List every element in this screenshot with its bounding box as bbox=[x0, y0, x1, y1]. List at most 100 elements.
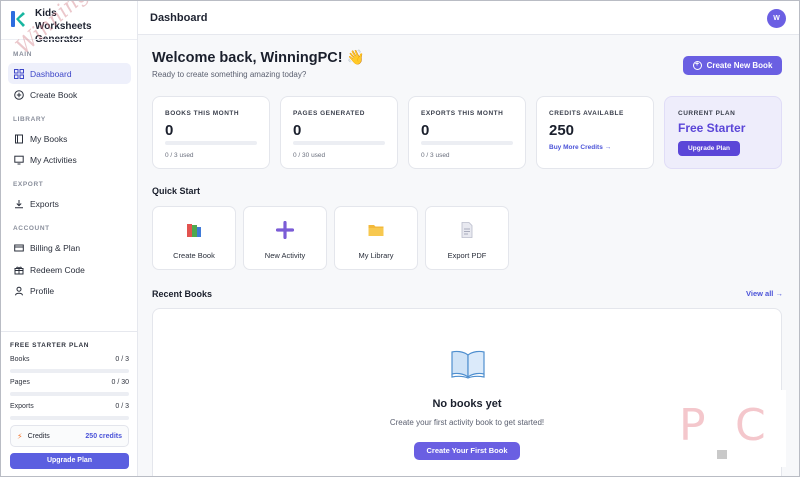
section-label-account: ACCOUNT bbox=[13, 225, 50, 232]
quick-start-label: Export PDF bbox=[447, 251, 487, 260]
welcome-subtitle: Ready to create something amazing today? bbox=[152, 70, 307, 79]
upgrade-plan-button[interactable]: Upgrade Plan bbox=[678, 141, 740, 156]
quick-start-create-book[interactable]: Create Book bbox=[152, 206, 236, 270]
top-header: Dashboard W bbox=[138, 1, 799, 35]
stat-label: CREDITS AVAILABLE bbox=[549, 110, 624, 117]
usage-label: Exports bbox=[10, 403, 34, 410]
stat-used: 0 / 30 used bbox=[293, 152, 326, 159]
open-book-icon bbox=[451, 350, 485, 379]
avatar[interactable]: W bbox=[767, 9, 786, 28]
quick-start-new-activity[interactable]: New Activity bbox=[243, 206, 327, 270]
folder-icon bbox=[368, 225, 384, 236]
view-all-link[interactable]: View all → bbox=[746, 289, 783, 298]
section-label-library: LIBRARY bbox=[13, 116, 46, 123]
stat-value: 250 bbox=[549, 122, 575, 139]
book-icon bbox=[15, 134, 23, 143]
stat-value: 0 bbox=[165, 122, 174, 139]
usage-value: 0 / 30 bbox=[111, 379, 129, 386]
quick-start-label: New Activity bbox=[264, 251, 306, 260]
app-title: Kids Worksheets Generator bbox=[35, 8, 92, 45]
stat-card-credits: CREDITS AVAILABLE 250 Buy More Credits → bbox=[536, 96, 654, 169]
welcome-heading: Welcome back, WinningPC! 👋 bbox=[152, 50, 365, 66]
corner-watermark: P C bbox=[669, 390, 786, 467]
current-plan-card: CURRENT PLAN Free Starter Upgrade Plan bbox=[664, 96, 782, 169]
sidebar-divider bbox=[1, 39, 137, 40]
usage-bar-books bbox=[10, 369, 129, 373]
credits-label: Credits bbox=[27, 432, 50, 440]
sidebar-item-redeem-code[interactable]: Redeem Code bbox=[8, 259, 131, 280]
quick-start-export-pdf[interactable]: Export PDF bbox=[425, 206, 509, 270]
stat-progress-bar bbox=[421, 141, 513, 145]
create-new-book-button[interactable]: + Create New Book bbox=[683, 56, 782, 75]
sidebar-item-create-book[interactable]: Create Book bbox=[8, 84, 131, 105]
sidebar-item-label: Billing & Plan bbox=[30, 242, 81, 253]
sidebar-item-label: My Books bbox=[30, 133, 68, 144]
credits-value: 250 credits bbox=[85, 432, 122, 440]
usage-value: 0 / 3 bbox=[115, 356, 129, 363]
brand[interactable]: Kids Worksheets Generator bbox=[9, 7, 115, 45]
watermark-letter-c: C bbox=[735, 400, 766, 451]
document-icon bbox=[461, 222, 473, 238]
sidebar-upgrade-button[interactable]: Upgrade Plan bbox=[10, 453, 129, 469]
page-title: Dashboard bbox=[150, 12, 208, 24]
plus-icon bbox=[276, 221, 294, 239]
sidebar-item-my-activities[interactable]: My Activities bbox=[8, 149, 131, 170]
stat-label: PAGES GENERATED bbox=[293, 110, 365, 117]
stat-card-pages: PAGES GENERATED 0 0 / 30 used bbox=[280, 96, 398, 169]
bolt-icon: ⚡ bbox=[17, 431, 23, 441]
watermark-letter-p: P bbox=[679, 400, 706, 451]
create-new-book-label: Create New Book bbox=[706, 61, 773, 70]
stat-value: 0 bbox=[293, 122, 302, 139]
sidebar-item-label: Exports bbox=[30, 198, 59, 209]
usage-label: Pages bbox=[10, 379, 30, 386]
buy-more-credits-link[interactable]: Buy More Credits → bbox=[549, 144, 611, 151]
recent-books-title: Recent Books bbox=[152, 289, 213, 299]
create-first-book-button[interactable]: Create Your First Book bbox=[414, 442, 520, 460]
current-plan-name: Free Starter bbox=[678, 121, 746, 135]
sidebar-item-profile[interactable]: Profile bbox=[8, 280, 131, 301]
app-window: Kids Worksheets Generator MAIN Dashboard… bbox=[0, 0, 800, 477]
stat-card-books: BOOKS THIS MONTH 0 0 / 3 used bbox=[152, 96, 270, 169]
quick-start-my-library[interactable]: My Library bbox=[334, 206, 418, 270]
sidebar-item-label: Profile bbox=[30, 285, 55, 296]
stat-label: EXPORTS THIS MONTH bbox=[421, 110, 504, 117]
plus-circle-icon: + bbox=[692, 61, 702, 70]
stat-card-exports: EXPORTS THIS MONTH 0 0 / 3 used bbox=[408, 96, 526, 169]
grid-icon bbox=[14, 68, 24, 79]
sidebar-item-label: My Activities bbox=[30, 154, 77, 165]
gift-icon bbox=[14, 266, 24, 274]
usage-label: Books bbox=[10, 356, 30, 363]
books-icon bbox=[187, 224, 201, 237]
stat-progress-bar bbox=[293, 141, 385, 145]
stat-used: 0 / 3 used bbox=[165, 152, 194, 159]
usage-bar-pages bbox=[10, 392, 129, 396]
credits-card: ⚡ Credits 250 credits bbox=[10, 425, 129, 447]
sidebar-item-exports[interactable]: Exports bbox=[8, 193, 131, 214]
usage-pages: Pages 0 / 30 bbox=[10, 379, 129, 386]
user-icon bbox=[15, 286, 23, 295]
quick-start-label: Create Book bbox=[173, 251, 215, 260]
usage-value: 0 / 3 bbox=[115, 403, 129, 410]
usage-books: Books 0 / 3 bbox=[10, 356, 129, 363]
credit-card-icon bbox=[14, 244, 24, 251]
current-plan-label: CURRENT PLAN bbox=[678, 110, 736, 117]
section-label-main: MAIN bbox=[13, 51, 33, 58]
section-label-export: EXPORT bbox=[13, 181, 44, 188]
quick-start-label: My Library bbox=[358, 251, 394, 260]
usage-bar-exports bbox=[10, 416, 129, 420]
stat-value: 0 bbox=[421, 122, 430, 139]
sidebar-item-label: Redeem Code bbox=[30, 264, 85, 275]
stat-used: 0 / 3 used bbox=[421, 152, 450, 159]
sidebar-item-my-books[interactable]: My Books bbox=[8, 128, 131, 149]
sidebar-item-billing-plan[interactable]: Billing & Plan bbox=[8, 237, 131, 258]
plus-circle-icon bbox=[14, 89, 24, 100]
monitor-icon bbox=[14, 155, 24, 164]
plan-usage-title: FREE STARTER PLAN bbox=[10, 342, 90, 349]
app-logo-icon bbox=[11, 11, 25, 27]
sidebar-item-label: Dashboard bbox=[30, 68, 72, 79]
sidebar-item-label: Create Book bbox=[30, 89, 78, 100]
stat-progress-bar bbox=[165, 141, 257, 145]
stat-label: BOOKS THIS MONTH bbox=[165, 110, 240, 117]
sidebar-item-dashboard[interactable]: Dashboard bbox=[8, 63, 131, 84]
watermark-dot bbox=[717, 450, 727, 459]
